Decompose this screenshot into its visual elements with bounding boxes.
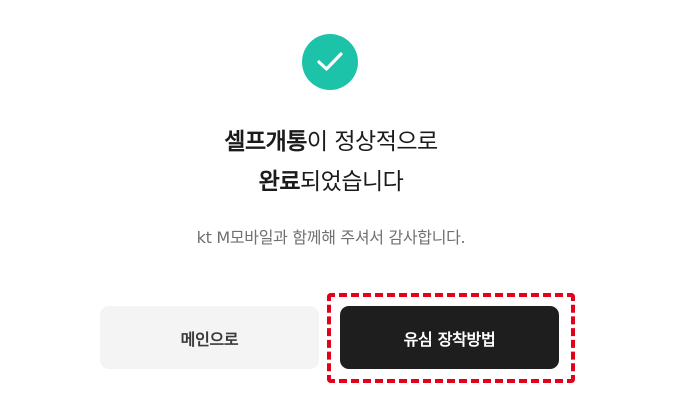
thank-you-message: kt M모바일과 함께해 주셔서 감사합니다.	[196, 228, 466, 247]
self-activation-text: 셀프개통	[224, 129, 307, 155]
completion-line-1: 셀프개통이 정상적으로	[0, 122, 662, 162]
checkmark-icon	[317, 52, 343, 71]
complete-text: 완료	[258, 169, 301, 195]
completion-message: 셀프개통이 정상적으로 완료되었습니다	[0, 122, 662, 202]
completion-line-1-rest: 이 정상적으로	[306, 129, 438, 155]
completion-line-2-rest: 되었습니다	[300, 169, 404, 195]
sim-install-guide-button[interactable]: 유심 장착방법	[340, 306, 559, 369]
go-to-main-button[interactable]: 메인으로	[100, 306, 319, 369]
check-circle-icon	[302, 34, 358, 90]
completion-line-2: 완료되었습니다	[0, 162, 662, 202]
